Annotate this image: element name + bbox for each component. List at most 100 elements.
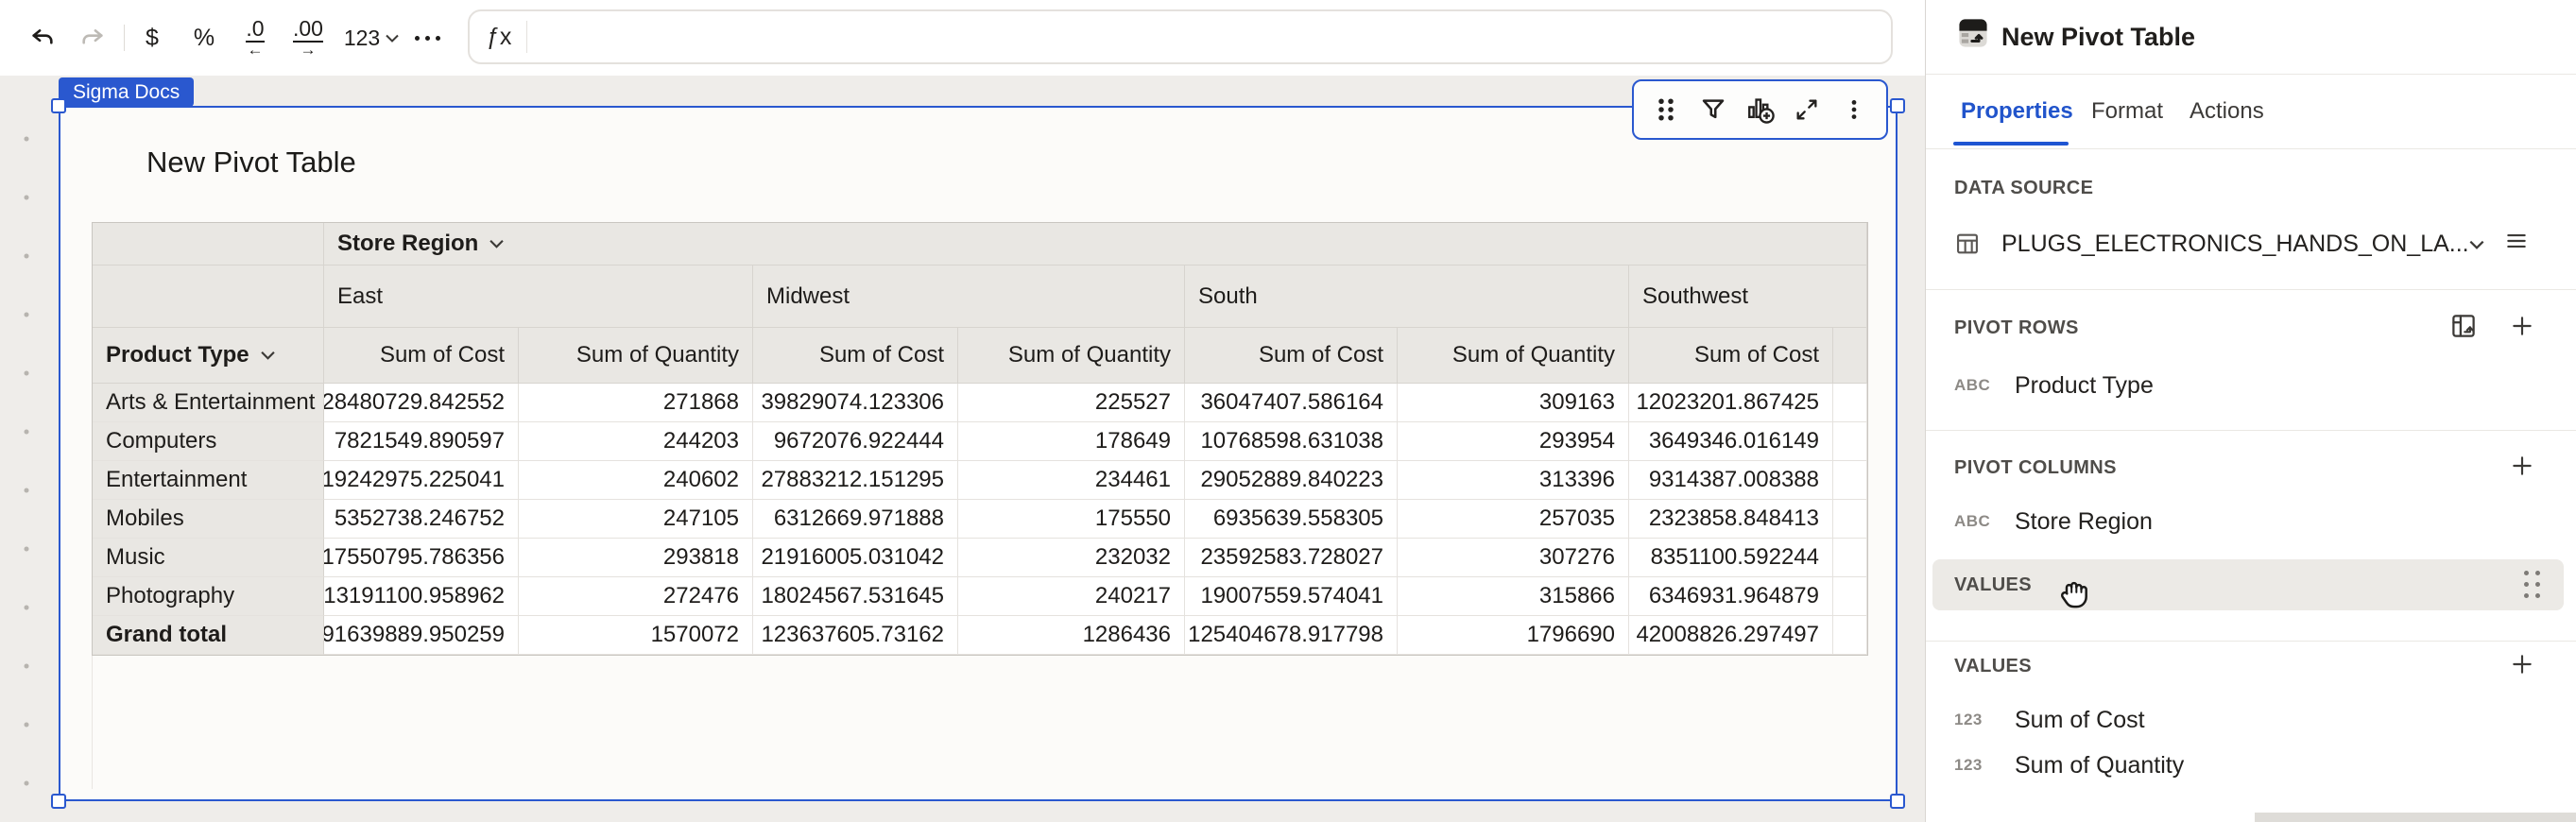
pivot-value-cell[interactable]: 3649346.016149 [1629,422,1833,461]
element-source-tag[interactable]: Sigma Docs [59,77,195,107]
panel-scrollbar[interactable] [2255,813,2576,822]
increase-decimal-button[interactable]: .00 → [289,18,327,58]
value-item[interactable]: 123 Sum of Cost [1954,701,2521,739]
resize-handle-top-right[interactable] [1890,98,1905,113]
pivot-group-header[interactable]: Midwest [753,265,1185,328]
currency-format-button[interactable]: $ [133,19,171,57]
chevron-down-icon[interactable] [260,351,275,360]
data-source-name[interactable]: PLUGS_ELECTRONICS_HANDS_ON_LA... [2001,231,2469,258]
pivot-value-cell[interactable]: 91639889.950259 [324,616,519,655]
resize-handle-bottom-right[interactable] [1890,794,1905,809]
percent-format-button[interactable]: % [185,19,223,57]
pivot-group-header[interactable]: East [324,265,753,328]
filter-icon[interactable] [1696,93,1730,127]
pivot-value-cell[interactable]: 9314387.008388 [1629,461,1833,500]
pivot-row-label[interactable]: Music [93,539,324,577]
tab-actions[interactable]: Actions [2190,98,2264,125]
pivot-value-cell[interactable]: 234461 [958,461,1185,500]
pivot-value-cell[interactable]: 1570072 [519,616,753,655]
pivot-value-cell[interactable]: 12023201.867425 [1629,384,1833,422]
pivot-element[interactable]: New Pivot Table Store Region East Midwes… [59,106,1898,801]
pivot-value-cell[interactable]: 7821549.890597 [324,422,519,461]
element-title[interactable]: New Pivot Table [146,146,356,180]
pivot-value-cell[interactable]: 247105 [519,500,753,539]
pivot-value-cell[interactable]: 13191100.958962 [324,577,519,616]
measure-header[interactable]: Sum of Cost [1185,328,1398,384]
redo-icon[interactable] [74,19,112,57]
measure-header[interactable]: Sum of Quantity [519,328,753,384]
pivot-group-header[interactable]: Southwest [1629,265,1867,328]
pivot-row-dimension-header[interactable]: Product Type [93,328,324,384]
decrease-decimal-button[interactable]: .0 ← [236,18,274,58]
pivot-row-label[interactable]: Mobiles [93,500,324,539]
maximize-icon[interactable] [1790,93,1824,127]
pivot-value-cell[interactable]: 293954 [1398,422,1629,461]
measure-header[interactable]: Sum of Quantity [1398,328,1629,384]
pivot-value-cell[interactable]: 315866 [1398,577,1629,616]
tab-format[interactable]: Format [2091,98,2163,125]
value-item[interactable]: 123 Sum of Quantity [1954,746,2521,784]
pivot-value-cell[interactable]: 8351100.592244 [1629,539,1833,577]
drag-handle-icon[interactable] [1649,93,1683,127]
pivot-value-cell[interactable]: 5352738.246752 [324,500,519,539]
chevron-down-icon[interactable] [489,239,505,248]
pivot-value-cell[interactable]: 307276 [1398,539,1629,577]
pivot-value-cell[interactable]: 1796690 [1398,616,1629,655]
pivot-value-cell[interactable]: 1286436 [958,616,1185,655]
pivot-value-cell[interactable]: 17550795.786356 [324,539,519,577]
pivot-value-cell[interactable]: 6312669.971888 [753,500,958,539]
pivot-value-cell[interactable]: 232032 [958,539,1185,577]
pivot-value-cell[interactable]: 6346931.964879 [1629,577,1833,616]
pivot-value-cell[interactable]: 293818 [519,539,753,577]
add-value-icon[interactable] [2506,648,2538,680]
pivot-value-cell[interactable]: 123637605.73162 [753,616,958,655]
drag-handle-icon[interactable] [2524,571,2541,599]
pivot-group-header[interactable]: South [1185,265,1629,328]
pivot-value-cell[interactable]: 313396 [1398,461,1629,500]
pivot-value-cell[interactable]: 6935639.558305 [1185,500,1398,539]
pivot-value-cell[interactable]: 10768598.631038 [1185,422,1398,461]
pivot-value-cell[interactable]: 178649 [958,422,1185,461]
pivot-value-cell[interactable]: 21916005.031042 [753,539,958,577]
formula-bar[interactable]: ƒx [468,9,1893,64]
pivot-row-item[interactable]: ABC Product Type [1954,367,2521,404]
pivot-value-cell[interactable]: 240602 [519,461,753,500]
add-pivot-column-icon[interactable] [2506,450,2538,482]
pivot-value-cell[interactable]: 309163 [1398,384,1629,422]
pivot-value-cell[interactable]: 36047407.586164 [1185,384,1398,422]
pivot-value-cell[interactable]: 39829074.123306 [753,384,958,422]
column-list-icon[interactable] [2500,225,2533,257]
pivot-value-cell[interactable]: 9672076.922444 [753,422,958,461]
more-formats-button[interactable] [408,19,446,57]
pivot-row-label[interactable]: Grand total [93,616,324,655]
pivot-column-dimension-header[interactable]: Store Region [324,223,1867,265]
pivot-value-cell[interactable]: 2323858.848413 [1629,500,1833,539]
pivot-value-cell[interactable]: 240217 [958,577,1185,616]
tab-properties[interactable]: Properties [1961,98,2073,125]
resize-handle-top-left[interactable] [51,98,66,113]
pivot-value-cell[interactable]: 19242975.225041 [324,461,519,500]
pivot-value-cell[interactable]: 272476 [519,577,753,616]
pivot-value-cell[interactable]: 29052889.840223 [1185,461,1398,500]
pivot-value-cell[interactable]: 42008826.297497 [1629,616,1833,655]
kebab-menu-icon[interactable] [1837,93,1871,127]
resize-handle-bottom-left[interactable] [51,794,66,809]
values-drag-chip[interactable]: VALUES [1932,559,2564,610]
pivot-value-cell[interactable]: 28480729.842552 [324,384,519,422]
pivot-value-cell[interactable]: 257035 [1398,500,1629,539]
pivot-value-cell[interactable]: 175550 [958,500,1185,539]
add-pivot-row-icon[interactable] [2506,310,2538,342]
pivot-value-cell[interactable]: 19007559.574041 [1185,577,1398,616]
pivot-row-label[interactable]: Photography [93,577,324,616]
chevron-down-icon[interactable] [2461,229,2493,261]
formula-input[interactable] [527,11,1891,62]
pivot-value-cell[interactable]: 125404678.917798 [1185,616,1398,655]
measure-header[interactable]: Sum of Cost [753,328,958,384]
pivot-value-cell[interactable]: 271868 [519,384,753,422]
pivot-value-cell[interactable]: 23592583.728027 [1185,539,1398,577]
pivot-value-cell[interactable]: 27883212.151295 [753,461,958,500]
measure-header[interactable]: Sum of Cost [1629,328,1833,384]
pivot-value-cell[interactable]: 244203 [519,422,753,461]
pivot-row-label[interactable]: Entertainment [93,461,324,500]
create-child-chart-icon[interactable] [1743,93,1777,127]
